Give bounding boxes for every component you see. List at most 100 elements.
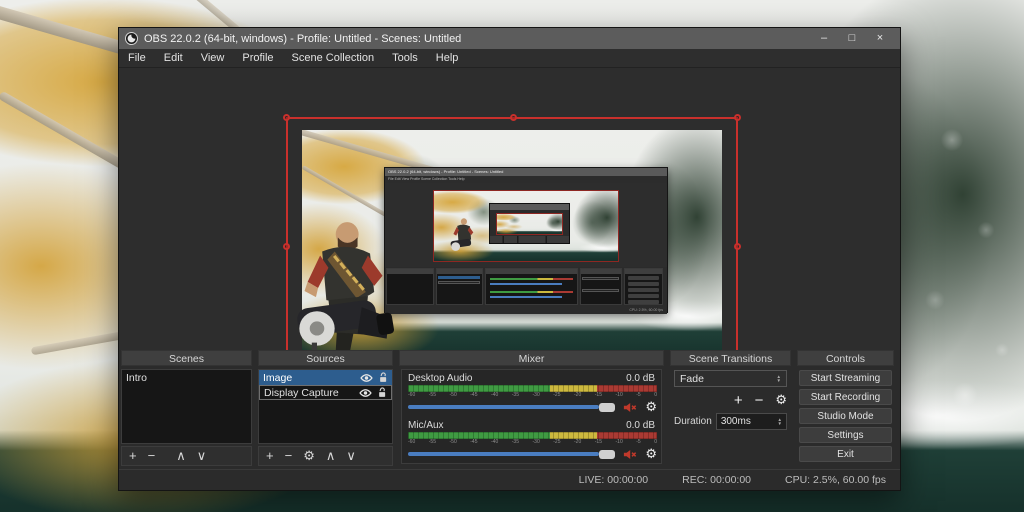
menu-help[interactable]: Help <box>427 49 468 68</box>
scene-item-intro[interactable]: Intro <box>122 370 251 385</box>
cpu-fps: CPU: 2.5%, 60.00 fps <box>785 474 886 486</box>
mixer-channel-db: 0.0 dB <box>626 420 655 431</box>
scenes-panel: Scenes Intro + − ∧ ∨ <box>121 350 252 466</box>
close-button[interactable]: × <box>866 28 894 49</box>
image-source-heavy[interactable] <box>291 211 395 350</box>
channel-settings-gear-icon[interactable]: ⚙ <box>645 447 657 460</box>
recursive-statusbar: CPU: 2.5%, 60.00 fps <box>385 306 667 314</box>
menu-file[interactable]: File <box>119 49 155 68</box>
scenes-list[interactable]: Intro <box>121 369 252 444</box>
controls-panel: Controls Start Streaming Start Recording… <box>797 350 894 466</box>
duration-spinner[interactable]: ▲ ▼ <box>778 417 782 426</box>
recursive-dock <box>385 267 667 306</box>
scenes-panel-title: Scenes <box>121 350 252 366</box>
selection-border[interactable]: OBS 22.0.2 (64-bit, windows) - Profile: … <box>283 114 741 350</box>
mixer-panel: Mixer Desktop Audio 0.0 dB -60 -55 -50 -45-… <box>399 350 664 466</box>
menu-profile[interactable]: Profile <box>233 49 282 68</box>
volume-slider-row: ⚙ <box>408 447 657 460</box>
selection-handle[interactable] <box>283 114 290 121</box>
visibility-eye-icon[interactable] <box>359 388 372 397</box>
mixer-body: Desktop Audio 0.0 dB -60 -55 -50 -45 -40 -35-… <box>401 369 662 464</box>
remove-source-button[interactable]: − <box>285 447 293 465</box>
minimize-button[interactable]: – <box>810 28 838 49</box>
duration-spinbox[interactable]: 300ms ▲ ▼ <box>715 413 787 430</box>
recursive-heavy-image <box>450 217 473 251</box>
source-item-display-capture[interactable]: Display Capture <box>259 385 392 400</box>
volume-slider-row: ⚙ <box>408 400 657 413</box>
recursive-menubar: File Edit View Profile Scene Collection … <box>385 176 667 183</box>
add-transition-button[interactable]: + <box>734 392 743 409</box>
recursive-titlebar: OBS 22.0.2 (64-bit, windows) - Profile: … <box>385 168 667 176</box>
move-source-up-button[interactable]: ∧ <box>326 447 336 465</box>
volume-slider-handle[interactable] <box>598 402 615 412</box>
mute-speaker-icon[interactable] <box>623 402 637 413</box>
add-scene-button[interactable]: + <box>129 447 137 465</box>
desktop-wallpaper: OBS 22.0.2 (64-bit, windows) - Profile: … <box>0 0 1024 512</box>
volume-meter <box>408 385 657 392</box>
mute-speaker-icon[interactable] <box>623 449 637 460</box>
sources-panel: Sources Image Display Capture + − ⚙ ∧ ∨ <box>258 350 393 466</box>
start-streaming-button[interactable]: Start Streaming <box>799 370 892 386</box>
menu-tools[interactable]: Tools <box>383 49 427 68</box>
window-title: OBS 22.0.2 (64-bit, windows) - Profile: … <box>144 32 462 45</box>
menu-edit[interactable]: Edit <box>155 49 192 68</box>
lock-icon[interactable] <box>378 372 388 383</box>
controls-panel-title: Controls <box>797 350 894 366</box>
recursive-obs-level-1: OBS 22.0.2 (64-bit, windows) - Profile: … <box>384 167 668 314</box>
menu-scene-collection[interactable]: Scene Collection <box>283 49 384 68</box>
live-time: LIVE: 00:00:00 <box>578 474 649 486</box>
mixer-panel-title: Mixer <box>399 350 664 366</box>
volume-slider-handle[interactable] <box>598 449 615 459</box>
volume-meter <box>408 432 657 439</box>
select-spinner[interactable]: ▲ ▼ <box>777 374 781 383</box>
mixer-channel-db: 0.0 dB <box>626 373 655 384</box>
sources-list[interactable]: Image Display Capture <box>258 369 393 444</box>
move-source-down-button[interactable]: ∨ <box>346 447 356 465</box>
preview-canvas[interactable]: OBS 22.0.2 (64-bit, windows) - Profile: … <box>119 68 900 350</box>
settings-button[interactable]: Settings <box>799 427 892 443</box>
exit-button[interactable]: Exit <box>799 446 892 462</box>
scenes-toolbar: + − ∧ ∨ <box>121 446 252 466</box>
unlock-icon[interactable] <box>377 387 387 398</box>
selection-handle[interactable] <box>283 243 290 250</box>
recursive-obs-level-2 <box>489 203 571 245</box>
recursive-preview <box>385 183 667 267</box>
studio-mode-button[interactable]: Studio Mode <box>799 408 892 424</box>
meter-scale: -60 -55 -50 -45 -40 -35 -30 -25 -20 -15 -10 -5 0 <box>408 392 657 398</box>
statusbar: LIVE: 00:00:00 REC: 00:00:00 CPU: 2.5%, … <box>119 469 900 490</box>
volume-slider[interactable] <box>408 402 615 412</box>
remove-scene-button[interactable]: − <box>148 447 156 465</box>
start-recording-button[interactable]: Start Recording <box>799 389 892 405</box>
volume-slider[interactable] <box>408 449 615 459</box>
menubar: File Edit View Profile Scene Collection … <box>119 49 900 68</box>
transitions-toolbar: + − ⚙ <box>674 391 787 409</box>
selection-handle[interactable] <box>734 243 741 250</box>
visibility-eye-icon[interactable] <box>360 373 373 382</box>
channel-settings-gear-icon[interactable]: ⚙ <box>645 400 657 413</box>
mixer-channel-name: Desktop Audio <box>408 373 473 384</box>
sources-toolbar: + − ⚙ ∧ ∨ <box>258 446 393 466</box>
transitions-panel-title: Scene Transitions <box>670 350 791 366</box>
remove-transition-button[interactable]: − <box>755 392 764 409</box>
meter-scale: -60 -55 -50 -45 -40 -35 -30 -25 -20 -15 -10 -5 0 <box>408 439 657 445</box>
duration-label: Duration <box>674 416 712 427</box>
maximize-button[interactable]: □ <box>838 28 866 49</box>
add-source-button[interactable]: + <box>266 447 274 465</box>
source-properties-gear-icon[interactable]: ⚙ <box>303 447 315 465</box>
move-scene-down-button[interactable]: ∨ <box>197 447 207 465</box>
mixer-channel-name: Mic/Aux <box>408 420 444 431</box>
titlebar[interactable]: OBS 22.0.2 (64-bit, windows) - Profile: … <box>119 28 900 49</box>
scene-transitions-panel: Scene Transitions Fade ▲ ▼ + − ⚙ Duratio… <box>670 350 791 466</box>
transition-select[interactable]: Fade ▲ ▼ <box>674 370 787 387</box>
recursive-selection <box>432 189 620 262</box>
source-item-image[interactable]: Image <box>259 370 392 385</box>
selection-handle[interactable] <box>510 114 517 121</box>
obs-window: OBS 22.0.2 (64-bit, windows) - Profile: … <box>118 27 901 491</box>
sources-panel-title: Sources <box>258 350 393 366</box>
transition-properties-gear-icon[interactable]: ⚙ <box>775 392 787 408</box>
selection-handle[interactable] <box>734 114 741 121</box>
move-scene-up-button[interactable]: ∧ <box>176 447 186 465</box>
menu-view[interactable]: View <box>192 49 234 68</box>
rec-time: REC: 00:00:00 <box>682 474 752 486</box>
duration-row: Duration 300ms ▲ ▼ <box>674 413 787 430</box>
